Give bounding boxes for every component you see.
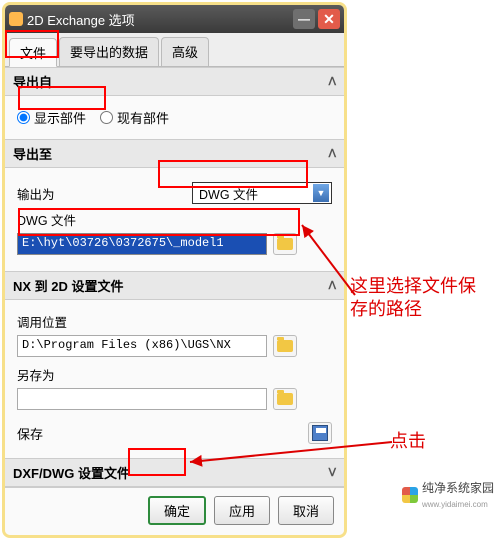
output-as-value: DWG 文件 [199, 184, 258, 203]
annotation-click-note: 点击 [390, 430, 450, 453]
tab-advanced[interactable]: 高级 [161, 37, 209, 66]
radio-show-parts-input[interactable] [17, 111, 30, 124]
section-export-from-body: 显示部件 现有部件 [5, 96, 344, 139]
floppy-icon [312, 425, 328, 441]
dialog-body: 导出自 ᐱ 显示部件 现有部件 导出至 ᐱ 输出为 [5, 67, 344, 487]
save-as-input[interactable] [17, 388, 267, 410]
save-label: 保存 [17, 424, 43, 443]
browse-dwg-button[interactable] [273, 233, 297, 255]
tab-export-data[interactable]: 要导出的数据 [59, 37, 159, 66]
titlebar: 2D Exchange 选项 — ✕ [5, 5, 344, 33]
watermark: 纯净系统家园 www.yidaimei.com [402, 479, 494, 510]
annotation-path-note: 这里选择文件保存的路径 [350, 275, 490, 322]
apply-button[interactable]: 应用 [214, 496, 270, 525]
cancel-button[interactable]: 取消 [278, 496, 334, 525]
section-export-to-body: 输出为 DWG 文件 ▼ DWG 文件 E:\hyt\03726\0372675… [5, 168, 344, 271]
tab-file[interactable]: 文件 [9, 38, 57, 67]
chevron-up-icon: ᐱ [328, 279, 336, 292]
dwg-path-input[interactable]: E:\hyt\03726\0372675\_model1 [17, 233, 267, 255]
dwg-file-label: DWG 文件 [17, 210, 332, 229]
chevron-down-icon: ᐯ [328, 466, 336, 479]
dropdown-arrow-icon: ▼ [313, 184, 329, 202]
radio-existing-parts[interactable]: 现有部件 [100, 108, 169, 127]
watermark-url: www.yidaimei.com [422, 500, 488, 509]
window-title: 2D Exchange 选项 [27, 10, 135, 29]
nx-settings-title: NX 到 2D 设置文件 [13, 276, 124, 295]
radio-existing-parts-label: 现有部件 [117, 108, 169, 127]
section-export-to-header[interactable]: 导出至 ᐱ [5, 139, 344, 168]
minimize-button[interactable]: — [293, 9, 315, 29]
save-button-icon[interactable] [308, 422, 332, 444]
browse-invoke-button[interactable] [273, 335, 297, 357]
tab-bar: 文件 要导出的数据 高级 [5, 33, 344, 67]
app-icon [9, 12, 23, 26]
folder-icon [277, 393, 293, 405]
output-as-select[interactable]: DWG 文件 ▼ [192, 182, 332, 204]
export-from-title: 导出自 [13, 72, 52, 91]
dialog-window: 2D Exchange 选项 — ✕ 文件 要导出的数据 高级 导出自 ᐱ 显示… [2, 2, 347, 538]
radio-show-parts-label: 显示部件 [34, 108, 86, 127]
invoke-location-input[interactable]: D:\Program Files (x86)\UGS\NX [17, 335, 267, 357]
ok-button[interactable]: 确定 [148, 496, 206, 525]
section-nx-settings-body: 调用位置 D:\Program Files (x86)\UGS\NX 另存为 保… [5, 300, 344, 458]
watermark-brand: 纯净系统家园 [422, 481, 494, 495]
browse-save-as-button[interactable] [273, 388, 297, 410]
section-dxf-settings-header[interactable]: DXF/DWG 设置文件 ᐯ [5, 458, 344, 487]
folder-icon [277, 340, 293, 352]
folder-icon [277, 238, 293, 250]
section-export-from-header[interactable]: 导出自 ᐱ [5, 67, 344, 96]
save-as-label: 另存为 [17, 365, 332, 384]
invoke-location-label: 调用位置 [17, 312, 332, 331]
export-to-title: 导出至 [13, 144, 52, 163]
watermark-logo-icon [402, 487, 418, 503]
chevron-up-icon: ᐱ [328, 147, 336, 160]
dialog-footer: 确定 应用 取消 [5, 487, 344, 535]
dxf-settings-title: DXF/DWG 设置文件 [13, 463, 130, 482]
radio-existing-parts-input[interactable] [100, 111, 113, 124]
radio-show-parts[interactable]: 显示部件 [17, 108, 86, 127]
section-nx-settings-header[interactable]: NX 到 2D 设置文件 ᐱ [5, 271, 344, 300]
close-button[interactable]: ✕ [318, 9, 340, 29]
chevron-up-icon: ᐱ [328, 75, 336, 88]
output-as-label: 输出为 [17, 184, 55, 203]
